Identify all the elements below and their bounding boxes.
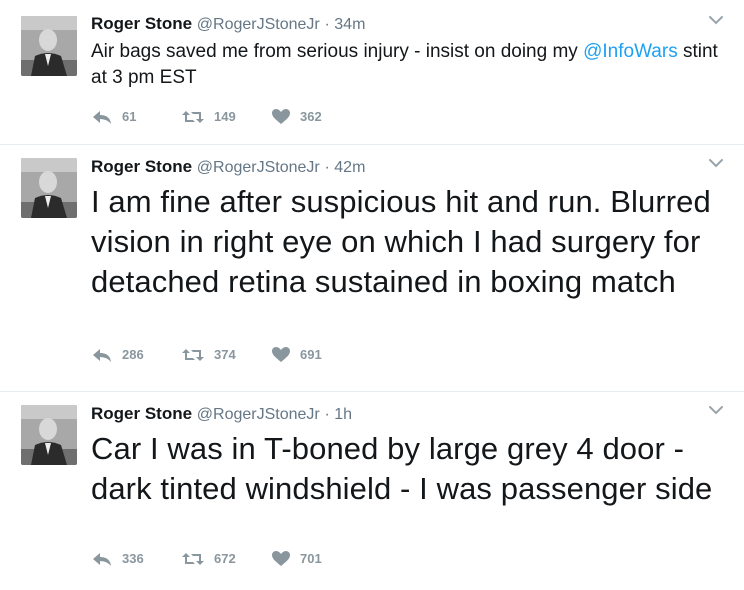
retweet-icon [182,110,204,123]
author-name[interactable]: Roger Stone [91,14,192,33]
like-button[interactable]: 362 [271,108,361,125]
heart-icon [272,109,290,124]
avatar[interactable] [21,158,77,218]
reply-icon [93,348,111,362]
chevron-down-icon[interactable] [708,157,724,169]
tweet-actions: 61 149 362 [91,108,361,125]
timestamp[interactable]: · 34m [325,16,366,33]
tweet-header: Roger Stone @RogerJStoneJr · 34m [91,14,365,35]
retweet-count: 672 [214,551,236,566]
chevron-down-icon[interactable] [708,14,724,26]
timestamp[interactable]: · 42m [325,159,366,176]
tweet[interactable]: Roger Stone @RogerJStoneJr · 1h Car I wa… [0,392,744,590]
reply-button[interactable]: 286 [91,347,181,363]
like-count: 691 [300,347,322,362]
retweet-button[interactable]: 374 [181,347,271,363]
author-handle[interactable]: @RogerJStoneJr [197,159,320,176]
reply-count: 286 [122,347,144,362]
retweet-count: 149 [214,109,236,124]
retweet-icon [182,552,204,565]
tweet-text: Air bags saved me from serious injury - … [91,39,726,91]
mention-link[interactable]: @InfoWars [583,41,678,62]
heart-icon [272,347,290,362]
tweet-text: Car I was in T-boned by large grey 4 doo… [91,431,713,506]
avatar[interactable] [21,405,77,465]
retweet-icon [182,348,204,361]
tweet[interactable]: Roger Stone @RogerJStoneJr · 34m Air bag… [0,0,744,145]
tweet-text-part: Air bags saved me from serious injury - … [91,41,584,62]
chevron-down-icon[interactable] [708,404,724,416]
reply-icon [93,110,111,124]
reply-count: 61 [122,109,137,124]
author-handle[interactable]: @RogerJStoneJr [197,16,320,33]
tweet-header: Roger Stone @RogerJStoneJr · 1h [91,404,352,425]
tweet-header: Roger Stone @RogerJStoneJr · 42m [91,157,365,178]
author-name[interactable]: Roger Stone [91,404,192,423]
timeline: Roger Stone @RogerJStoneJr · 34m Air bag… [0,0,744,590]
timestamp[interactable]: · 1h [325,406,353,423]
author-handle[interactable]: @RogerJStoneJr [197,406,320,423]
reply-icon [93,552,111,566]
like-count: 701 [300,551,322,566]
reply-button[interactable]: 336 [91,551,181,567]
like-count: 362 [300,109,322,124]
reply-count: 336 [122,551,144,566]
heart-icon [272,551,290,566]
avatar[interactable] [21,16,77,76]
retweet-button[interactable]: 149 [181,109,271,125]
tweet-actions: 336 672 701 [91,550,361,567]
retweet-count: 374 [214,347,236,362]
retweet-button[interactable]: 672 [181,551,271,567]
like-button[interactable]: 691 [271,346,361,363]
author-name[interactable]: Roger Stone [91,157,192,176]
tweet-text: I am fine after suspicious hit and run. … [91,184,711,299]
reply-button[interactable]: 61 [91,109,181,125]
like-button[interactable]: 701 [271,550,361,567]
tweet[interactable]: Roger Stone @RogerJStoneJr · 42m I am fi… [0,145,744,392]
tweet-actions: 286 374 691 [91,346,361,363]
